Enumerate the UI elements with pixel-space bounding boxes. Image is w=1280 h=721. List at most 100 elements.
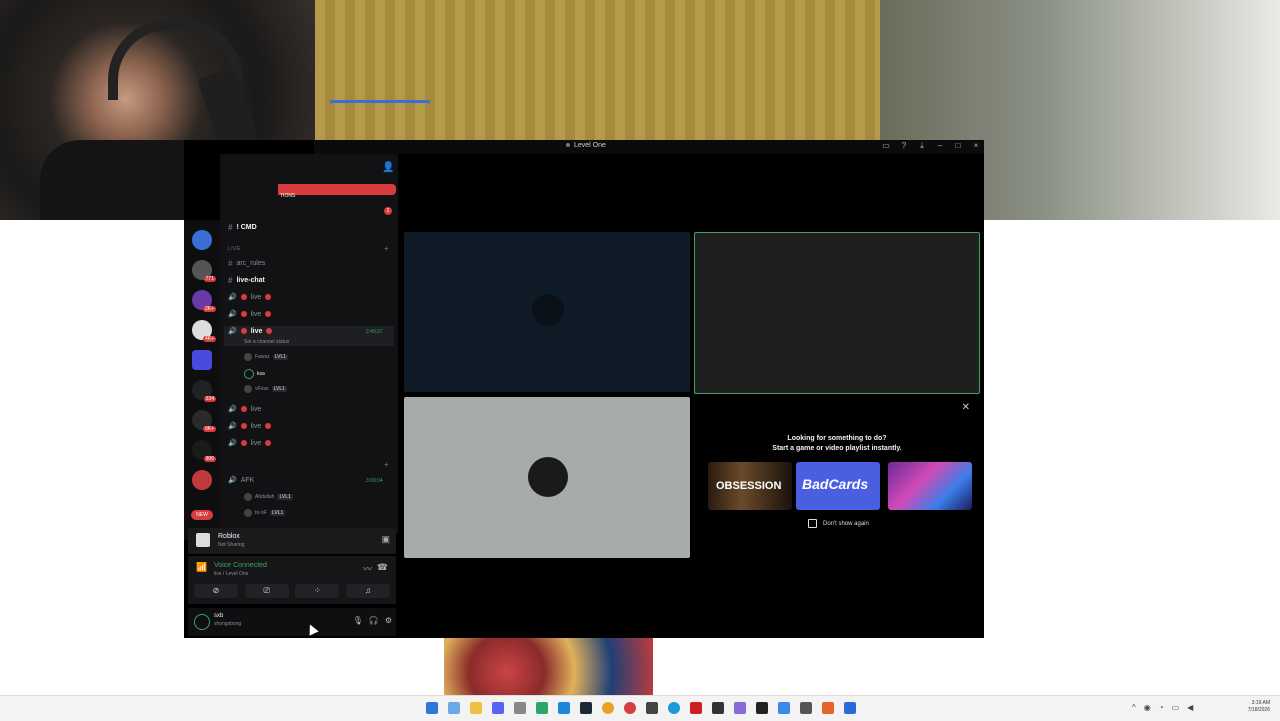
gear-icon[interactable]: ⚙ <box>385 616 392 625</box>
suggest-subtitle: Start a game or video playlist instantly… <box>772 445 902 452</box>
screen-share-icon[interactable]: ▣ <box>381 534 390 545</box>
volume-icon[interactable]: ◀ <box>1187 703 1193 712</box>
voice-member[interactable]: Fawaz LVL1 <box>244 353 289 361</box>
level-badge: LVL1 <box>272 354 289 360</box>
clock[interactable]: 3:19 AM 7/18/2026 <box>1248 700 1270 714</box>
camera-icon[interactable]: ⊘ <box>194 584 238 598</box>
activity-panel[interactable]: Roblox Not Sharing ▣ <box>188 528 396 554</box>
steam-icon[interactable] <box>580 702 592 714</box>
clock-date: 7/18/2026 <box>1247 707 1270 713</box>
voice-member[interactable]: vFiras LVL1 <box>244 385 287 393</box>
server-icon[interactable]: 2K+ <box>192 290 216 312</box>
screen-share-button[interactable]: ⎚ <box>244 584 289 598</box>
server-icon[interactable]: 4K+ <box>192 320 216 342</box>
inbox-icon[interactable]: ▭ <box>882 141 890 151</box>
activities-icon[interactable]: ⁘ <box>295 584 340 598</box>
video-tile-speaking[interactable] <box>694 232 980 394</box>
chrome-icon[interactable] <box>602 702 614 714</box>
red-dot <box>265 423 272 429</box>
taskbar-app-icon[interactable] <box>690 702 702 714</box>
taskbar-app-icon[interactable] <box>778 702 790 714</box>
voice-member[interactable]: Abdullah LVL1 <box>244 493 293 501</box>
taskbar-app-icon[interactable] <box>514 702 526 714</box>
close-icon[interactable]: ✕ <box>962 402 970 413</box>
activity-card[interactable] <box>888 462 972 510</box>
taskbar-app-icon[interactable] <box>734 702 746 714</box>
suggest-title: Looking for something to do? <box>787 435 887 442</box>
taskbar-app-icon[interactable] <box>536 702 548 714</box>
battery-icon[interactable]: ▭ <box>1172 703 1180 712</box>
hash-icon: # <box>228 276 233 285</box>
server-icon[interactable]: 906 <box>192 440 216 462</box>
help-icon[interactable]: ? <box>900 141 908 151</box>
channel-cmd[interactable]: #! CMD <box>228 223 257 232</box>
channel-label: arc_rules <box>236 260 266 267</box>
taskbar-app-icon[interactable] <box>448 702 460 714</box>
server-icon[interactable]: 534 <box>192 380 216 402</box>
voice-channel-live[interactable]: 🔊 live <box>228 439 272 447</box>
close-icon[interactable]: × <box>972 141 980 151</box>
channel-status[interactable]: Set a channel status <box>244 339 289 345</box>
server-icon[interactable]: 9K+ <box>192 410 216 432</box>
level-badge: LVL1 <box>271 386 287 392</box>
voice-channel-live[interactable]: 🔊 live <box>228 405 262 414</box>
window-title: Level One <box>566 142 606 149</box>
opera-icon[interactable] <box>624 702 636 714</box>
dont-show-checkbox[interactable]: Don't show again <box>808 519 869 528</box>
minimize-icon[interactable]: – <box>936 141 944 151</box>
tray-app-icon[interactable]: ◉ <box>1144 703 1151 712</box>
wifi-icon[interactable]: ◔ <box>1159 703 1164 712</box>
discord-icon[interactable] <box>492 702 504 714</box>
channel-arc-rules[interactable]: # arc_rules <box>228 259 265 268</box>
noise-suppression-icon[interactable]: 〰 <box>363 562 372 575</box>
taskbar-app-icon[interactable] <box>646 702 658 714</box>
windows-start-icon[interactable] <box>426 702 438 714</box>
background-blue-line <box>330 100 430 103</box>
server-icon[interactable] <box>192 350 212 370</box>
mentions-banner[interactable]: TIONS <box>278 184 396 199</box>
voice-status-sub[interactable]: live / Level One <box>214 571 248 577</box>
voice-member[interactable]: br-oF LVL1 <box>244 509 286 517</box>
username[interactable]: sxb <box>214 613 223 619</box>
voice-status-title[interactable]: Voice Connected <box>214 562 267 569</box>
taskbar-app-icon[interactable] <box>822 702 834 714</box>
server-icon[interactable] <box>192 230 212 250</box>
add-user-icon[interactable]: 👤 <box>382 162 394 173</box>
voice-channel-live[interactable]: 🔊 live <box>228 422 272 430</box>
folder-icon[interactable] <box>470 702 482 714</box>
server-icon[interactable]: 771 <box>192 260 216 282</box>
server-badge: 9K+ <box>202 426 216 432</box>
voice-channel-live[interactable]: 🔊 live <box>228 293 272 301</box>
taskbar-app-icon[interactable] <box>800 702 812 714</box>
voice-member[interactable]: ksa <box>244 369 265 379</box>
voice-channel-live-active[interactable]: 🔊 live <box>228 327 273 335</box>
soundboard-icon[interactable]: ♫ <box>345 584 390 598</box>
channel-live-chat[interactable]: # live-chat <box>228 276 265 285</box>
taskbar-app-icon[interactable] <box>712 702 724 714</box>
section-header-live[interactable]: LIVE <box>228 246 241 252</box>
avatar[interactable] <box>194 614 210 630</box>
download-icon[interactable]: ⤓ <box>918 141 926 151</box>
server-icon[interactable] <box>192 470 212 490</box>
headphones-icon[interactable]: 🎧 <box>369 616 379 625</box>
activity-card[interactable]: BadCards <box>796 462 880 510</box>
mic-icon[interactable]: 🎙 <box>353 616 363 625</box>
channel-label: live <box>250 405 262 413</box>
voice-channel-afk[interactable]: 🔊 AFK <box>228 476 254 485</box>
disconnect-icon[interactable]: ☎ <box>377 562 388 573</box>
chevron-up-icon[interactable]: ^ <box>1132 703 1136 712</box>
video-tile[interactable] <box>404 232 690 392</box>
video-tile[interactable] <box>404 397 690 558</box>
add-channel-icon[interactable]: + <box>384 244 389 253</box>
voice-channel-live[interactable]: 🔊 live <box>228 310 272 318</box>
taskbar-app-icon[interactable] <box>756 702 768 714</box>
avatar <box>528 457 568 497</box>
signal-icon: 📶 <box>196 562 208 572</box>
taskbar-app-icon[interactable] <box>558 702 570 714</box>
maximize-icon[interactable]: □ <box>954 141 962 151</box>
taskbar-app-icon[interactable] <box>844 702 856 714</box>
edge-icon[interactable] <box>668 702 680 714</box>
add-channel-icon[interactable]: + <box>384 460 389 469</box>
activity-card[interactable]: OBSESSION <box>708 462 792 510</box>
server-list: 771 2K+ 4K+ 534 9K+ 906 NEW <box>184 220 220 540</box>
